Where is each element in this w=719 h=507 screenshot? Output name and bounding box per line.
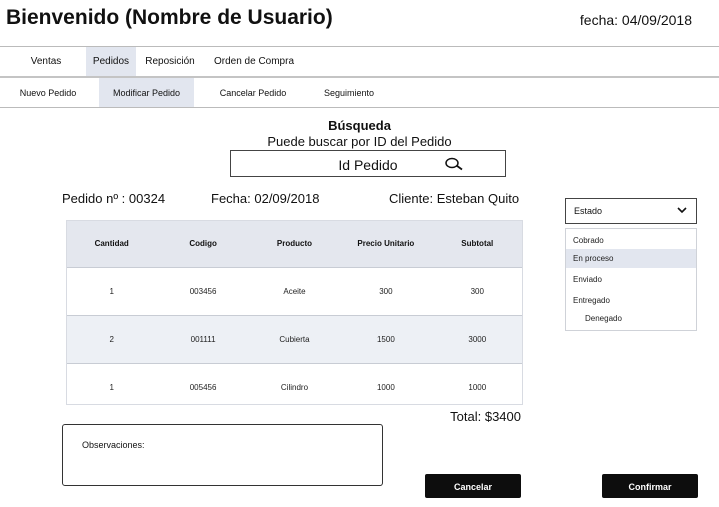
search-icon[interactable] bbox=[444, 157, 464, 171]
tab-orden-de-compra[interactable]: Orden de Compra bbox=[210, 47, 298, 77]
status-select[interactable]: Estado bbox=[565, 198, 697, 224]
column-header: Subtotal bbox=[431, 220, 523, 268]
status-option-cobrado[interactable]: Cobrado bbox=[566, 231, 696, 250]
cell-unit-price: 300 bbox=[340, 267, 432, 316]
column-header: Producto bbox=[248, 220, 341, 268]
subtab-cancelar-pedido[interactable]: Cancelar Pedido bbox=[212, 78, 294, 108]
chevron-down-icon bbox=[677, 207, 687, 214]
column-header: Codigo bbox=[157, 220, 249, 268]
current-date: fecha: 04/09/2018 bbox=[579, 12, 692, 28]
cell-product: Cubierta bbox=[248, 315, 341, 364]
column-header: Cantidad bbox=[66, 220, 158, 268]
observations-label: Observaciones: bbox=[82, 440, 145, 450]
table-header-row: Cantidad Codigo Producto Precio Unitario… bbox=[66, 220, 523, 268]
table-row[interactable]: 1 005456 Cilindro 1000 1000 bbox=[66, 363, 523, 411]
cell-subtotal: 1000 bbox=[431, 363, 523, 411]
search-hint: Puede buscar por ID del Pedido bbox=[267, 134, 452, 149]
page-title: Bienvenido (Nombre de Usuario) bbox=[6, 6, 333, 29]
cancel-button[interactable]: Cancelar bbox=[425, 474, 521, 498]
table-row[interactable]: 1 003456 Aceite 300 300 bbox=[66, 267, 523, 316]
table-row[interactable]: 2 001111 Cubierta 1500 3000 bbox=[66, 315, 523, 364]
tab-ventas[interactable]: Ventas bbox=[20, 47, 72, 77]
subtab-modificar-pedido[interactable]: Modificar Pedido bbox=[99, 78, 194, 108]
observations-field[interactable]: Observaciones: bbox=[62, 424, 383, 486]
cell-quantity: 1 bbox=[66, 363, 158, 411]
cell-quantity: 1 bbox=[66, 267, 158, 316]
search-box bbox=[230, 150, 506, 178]
divider bbox=[0, 107, 719, 108]
order-client: Cliente: Esteban Quito bbox=[389, 191, 520, 206]
tab-pedidos[interactable]: Pedidos bbox=[86, 47, 136, 77]
subtab-nuevo-pedido[interactable]: Nuevo Pedido bbox=[12, 78, 84, 108]
status-dropdown-menu: Cobrado En proceso Enviado Entregado Den… bbox=[565, 228, 697, 331]
cell-unit-price: 1000 bbox=[340, 363, 432, 411]
cell-product: Cilindro bbox=[248, 363, 341, 411]
cell-code: 005456 bbox=[157, 363, 249, 411]
subtab-seguimiento[interactable]: Seguimiento bbox=[314, 78, 384, 108]
order-total: Total: $3400 bbox=[450, 409, 521, 424]
cell-unit-price: 1500 bbox=[340, 315, 432, 364]
status-option-entregado[interactable]: Entregado bbox=[566, 291, 696, 310]
cell-code: 003456 bbox=[157, 267, 249, 316]
cell-quantity: 2 bbox=[66, 315, 158, 364]
status-option-denegado[interactable]: Denegado bbox=[566, 309, 696, 328]
status-select-label: Estado bbox=[574, 206, 603, 216]
cell-subtotal: 300 bbox=[431, 267, 523, 316]
order-date: Fecha: 02/09/2018 bbox=[211, 191, 320, 206]
status-option-en-proceso[interactable]: En proceso bbox=[566, 249, 696, 268]
order-items-table: Cantidad Codigo Producto Precio Unitario… bbox=[66, 220, 523, 411]
column-header: Precio Unitario bbox=[340, 220, 432, 268]
cell-product: Aceite bbox=[248, 267, 341, 316]
search-heading: Búsqueda bbox=[328, 118, 391, 133]
confirm-button[interactable]: Confirmar bbox=[602, 474, 698, 498]
tab-reposicion[interactable]: Reposición bbox=[142, 47, 198, 77]
search-input[interactable] bbox=[266, 151, 470, 178]
status-option-enviado[interactable]: Enviado bbox=[566, 270, 696, 289]
cell-subtotal: 3000 bbox=[431, 315, 523, 364]
order-number: Pedido nº : 00324 bbox=[62, 191, 166, 206]
cell-code: 001111 bbox=[157, 315, 249, 364]
